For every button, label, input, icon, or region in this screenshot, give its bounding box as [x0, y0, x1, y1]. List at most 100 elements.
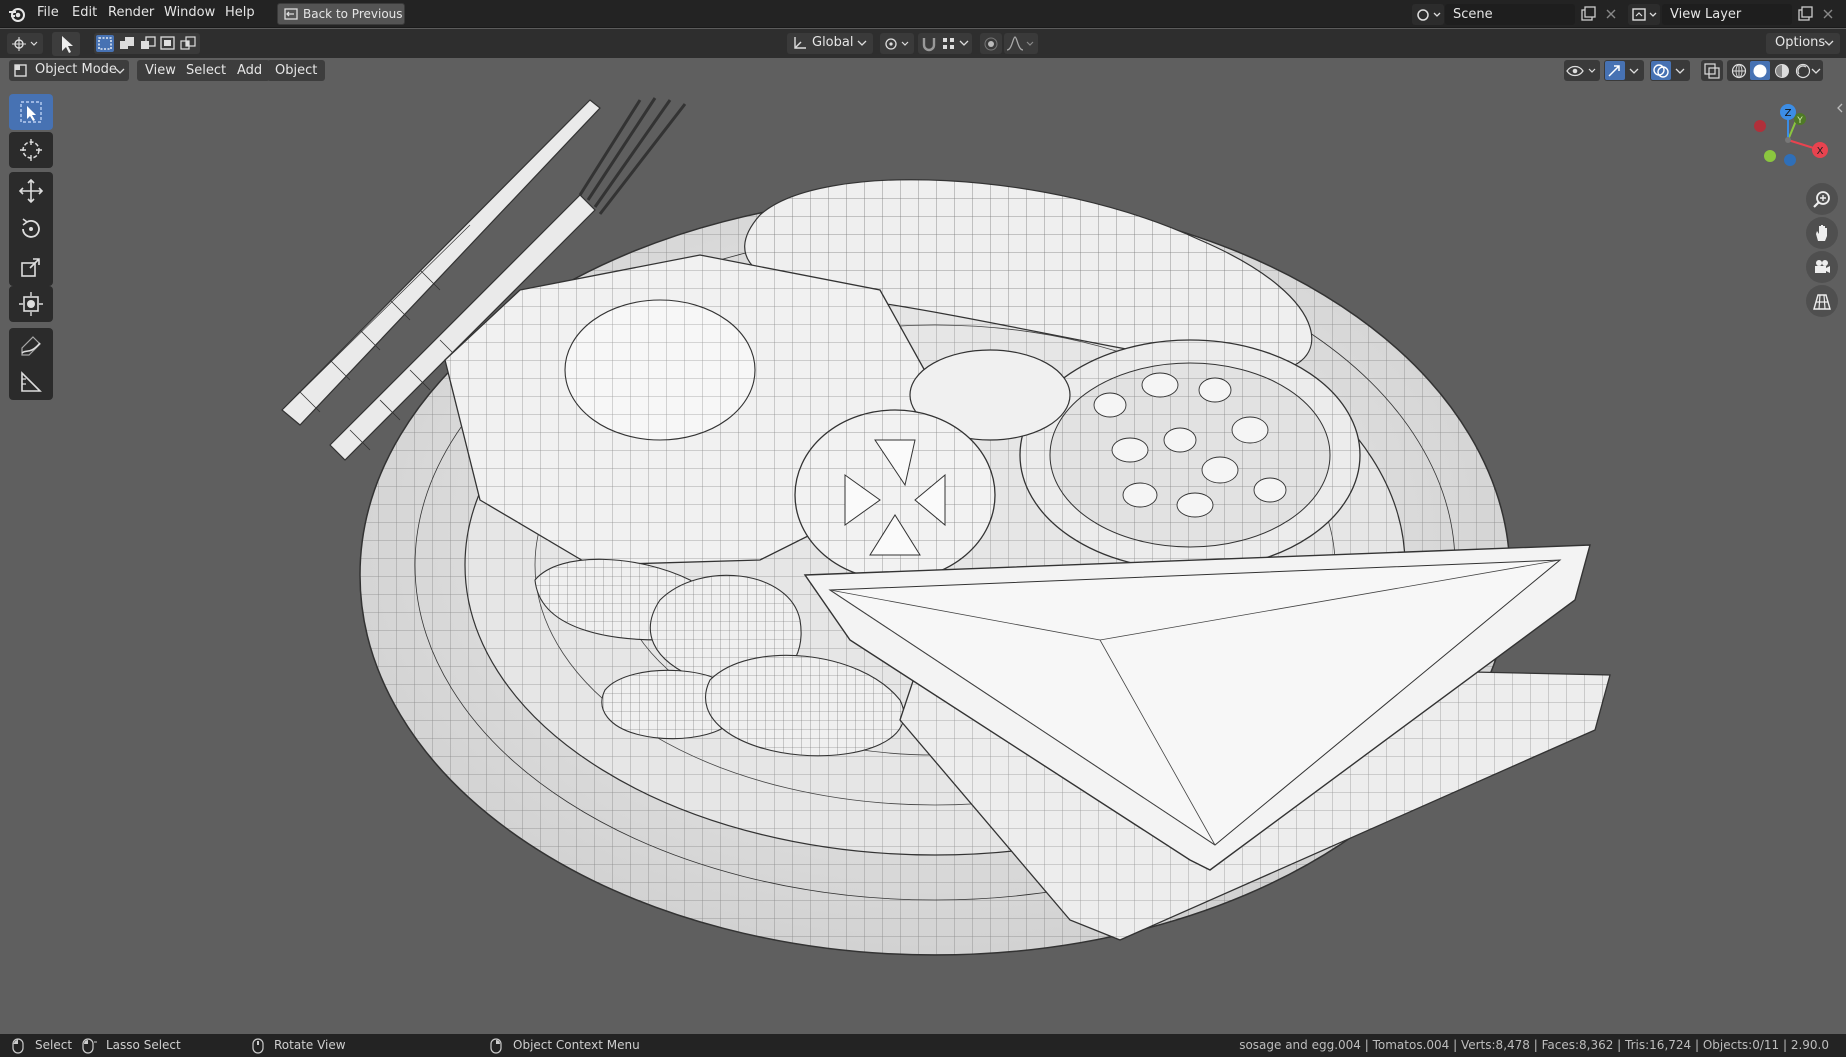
measure-ruler-icon[interactable] — [18, 369, 44, 395]
scene-name: Scene — [1453, 7, 1493, 22]
3d-viewport[interactable]: Object Mode View Select Add Object X Y Z — [0, 58, 1846, 1034]
transform-tools-group — [9, 172, 53, 286]
delete-scene-button[interactable] — [1600, 4, 1622, 25]
solid-shading-button[interactable] — [1750, 61, 1770, 80]
menu-edit[interactable]: Edit — [72, 5, 97, 20]
back-to-previous-button[interactable]: Back to Previous — [277, 3, 405, 25]
select-extend-button[interactable] — [118, 35, 136, 52]
mouse-right-icon — [490, 1038, 502, 1054]
tool-settings-header: Global Options — [0, 29, 1846, 58]
menu-select[interactable]: Select — [178, 60, 235, 81]
zoom-view-button[interactable] — [1806, 183, 1838, 215]
menu-add[interactable]: Add — [229, 60, 271, 81]
select-subtract-icon — [141, 36, 156, 49]
transform-icon — [19, 292, 43, 316]
wireframe-shading-icon[interactable] — [1729, 61, 1749, 80]
xray-toggle[interactable] — [1701, 60, 1723, 81]
new-view-layer-button[interactable] — [1795, 4, 1817, 25]
camera-icon — [1815, 260, 1830, 273]
editor-type-button[interactable] — [7, 33, 43, 54]
pivot-point-dropdown[interactable] — [880, 33, 914, 54]
mouse-middle-icon — [252, 1038, 264, 1054]
tool-select-box[interactable] — [9, 94, 53, 130]
chevron-down-icon[interactable] — [1811, 67, 1821, 75]
menu-view[interactable]: View — [137, 60, 184, 81]
scene-statistics: sosage and egg.004 | Tomatos.004 | Verts… — [1239, 1038, 1829, 1052]
select-new-button[interactable] — [96, 35, 114, 52]
selection-mode-group — [94, 33, 200, 54]
select-box-icon — [20, 101, 42, 123]
overlays-toggle-group — [1650, 60, 1690, 81]
delete-view-layer-button[interactable] — [1817, 4, 1839, 25]
options-dropdown[interactable]: Options — [1766, 33, 1840, 54]
status-select-hint: Select — [35, 1038, 73, 1052]
visibility-dropdown[interactable] — [1564, 60, 1600, 81]
select-intersect-button[interactable] — [179, 35, 197, 52]
solid-shading-icon — [1753, 64, 1767, 78]
gizmo-toggle-group — [1604, 60, 1644, 81]
material-preview-icon[interactable] — [1772, 61, 1792, 80]
object-mode-icon — [14, 64, 27, 77]
gizmo-icon — [1608, 65, 1620, 77]
snap-increment-icon[interactable] — [940, 35, 958, 52]
ortho-perspective-button[interactable] — [1806, 285, 1838, 317]
annotate-pencil-icon[interactable] — [18, 333, 44, 359]
blender-logo-icon[interactable] — [8, 5, 26, 23]
rendered-shading-icon[interactable] — [1793, 61, 1813, 80]
tool-transform[interactable] — [9, 286, 53, 322]
chevron-down-icon — [1824, 40, 1834, 46]
object-mode-dropdown[interactable]: Object Mode — [9, 60, 129, 81]
status-lasso-hint: Lasso Select — [106, 1038, 181, 1052]
chevron-down-icon — [857, 40, 867, 46]
shading-mode-group — [1727, 60, 1823, 81]
menu-window[interactable]: Window — [164, 5, 215, 20]
snap-group — [918, 33, 972, 54]
view-layer-browse-button[interactable] — [1628, 4, 1660, 25]
chevron-down-icon[interactable] — [1629, 67, 1639, 75]
select-invert-icon — [160, 36, 175, 50]
chevron-down-icon[interactable] — [959, 39, 969, 47]
duplicate-icon — [1581, 6, 1596, 21]
xray-icon — [1704, 63, 1720, 79]
top-menu-bar: File Edit Render Window Help Back to Pre… — [0, 0, 1846, 28]
snap-magnet-icon[interactable] — [920, 35, 938, 52]
3d-cursor-icon — [20, 139, 42, 161]
neg-y-axis-dot[interactable] — [1764, 150, 1776, 162]
gizmo-toggle[interactable] — [1605, 61, 1625, 80]
back-to-previous-label: Back to Previous — [303, 7, 403, 21]
menu-render[interactable]: Render — [108, 5, 154, 20]
menu-help[interactable]: Help — [225, 5, 255, 20]
view-layer-name-field[interactable]: View Layer — [1662, 4, 1792, 25]
overlays-toggle[interactable] — [1651, 61, 1671, 80]
proportional-editing-toggle[interactable] — [980, 33, 1002, 54]
eye-icon — [1566, 65, 1596, 77]
select-subtract-button[interactable] — [139, 35, 157, 52]
navigation-gizmo[interactable]: X Y Z — [1740, 98, 1830, 178]
scene-browse-button[interactable] — [1412, 4, 1444, 25]
menu-object[interactable]: Object — [267, 60, 326, 81]
duplicate-icon — [1798, 6, 1813, 21]
annotate-tools-group — [9, 328, 53, 400]
food-plate-wireframe-scene — [281, 97, 1611, 956]
scale-icon[interactable] — [18, 254, 44, 280]
camera-view-button[interactable] — [1806, 251, 1838, 283]
global-axes-icon — [794, 37, 806, 49]
chevron-down-icon[interactable] — [1675, 67, 1685, 75]
neg-x-axis-dot[interactable] — [1754, 120, 1766, 132]
menu-file[interactable]: File — [37, 5, 59, 20]
rotate-icon[interactable] — [18, 216, 44, 242]
transform-orientation-dropdown[interactable]: Global — [787, 33, 873, 54]
pan-view-button[interactable] — [1806, 217, 1838, 249]
move-icon[interactable] — [18, 178, 44, 204]
new-scene-button[interactable] — [1578, 4, 1600, 25]
y-axis-label: Y — [1796, 116, 1803, 126]
neg-z-axis-dot[interactable] — [1784, 154, 1796, 166]
tool-cursor[interactable] — [9, 132, 53, 168]
scene-name-field[interactable]: Scene — [1445, 4, 1575, 25]
mouse-left-icon — [12, 1038, 24, 1054]
active-tool-button[interactable] — [52, 32, 80, 56]
proportional-falloff-dropdown[interactable] — [1004, 33, 1038, 54]
z-axis-label: Z — [1785, 108, 1792, 119]
sidebar-collapse-icon[interactable] — [1836, 102, 1844, 114]
select-invert-button[interactable] — [159, 35, 177, 52]
